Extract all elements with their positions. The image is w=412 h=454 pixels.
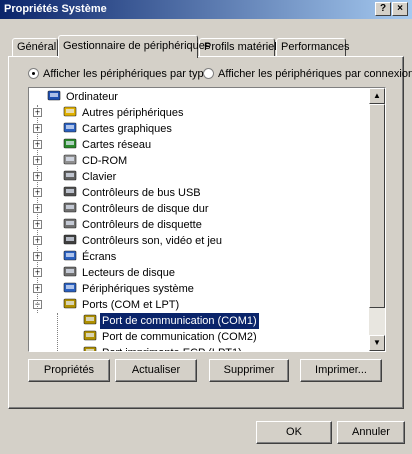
tree-item-label: Lecteurs de disque: [82, 267, 175, 279]
tree-item[interactable]: Ports (COM et LPT): [63, 297, 181, 313]
tab-performance[interactable]: Performances: [276, 38, 349, 57]
tab-general[interactable]: Général: [12, 38, 58, 57]
title-bar: Propriétés Système ? ×: [0, 0, 412, 19]
port-icon: [83, 346, 97, 351]
tree-item[interactable]: Contrôleurs de bus USB: [63, 185, 203, 201]
tree-item[interactable]: Port de communication (COM2): [83, 329, 259, 345]
ok-button[interactable]: OK: [256, 421, 332, 444]
vertical-scrollbar[interactable]: ▲ ▼: [369, 88, 385, 351]
delete-button[interactable]: Supprimer: [209, 359, 289, 382]
tree-item[interactable]: Écrans: [63, 249, 118, 265]
tree-item[interactable]: Autres périphériques: [63, 105, 186, 121]
tree-item-label: Périphériques système: [82, 283, 194, 295]
radio-label-by-connection: Afficher les périphériques par connexion: [218, 68, 412, 80]
tree-item[interactable]: Ordinateur: [47, 89, 120, 105]
keyboard-icon: [63, 170, 77, 182]
tab-hardware-profiles[interactable]: Profils matériels: [199, 38, 282, 57]
window-title: Propriétés Système: [4, 3, 107, 15]
tree-item[interactable]: Cartes réseau: [63, 137, 153, 153]
tree-item-label: Écrans: [82, 251, 117, 263]
port-icon: [83, 314, 97, 326]
cancel-button[interactable]: Annuler: [337, 421, 405, 444]
display-adapter-icon: [63, 122, 77, 134]
computer-icon: [47, 90, 61, 102]
help-button[interactable]: ?: [375, 2, 391, 16]
tree-item-label: CD-ROM: [82, 155, 128, 167]
close-button[interactable]: ×: [392, 2, 408, 16]
radio-view-by-connection[interactable]: Afficher les périphériques par connexion: [203, 67, 412, 81]
tree-item-label: Contrôleurs de disque dur: [82, 203, 209, 215]
floppy-icon: [63, 218, 77, 230]
monitor-icon: [63, 250, 77, 262]
tree-item[interactable]: Périphériques système: [63, 281, 196, 297]
tree-item[interactable]: Contrôleurs de disque dur: [63, 201, 211, 217]
refresh-button[interactable]: Actualiser: [115, 359, 197, 382]
system-device-icon: [63, 282, 77, 294]
tree-item-label: Ports (COM et LPT): [82, 299, 180, 311]
radio-view-by-type[interactable]: Afficher les périphériques par type: [28, 67, 210, 81]
scroll-up-button[interactable]: ▲: [369, 88, 385, 104]
print-button[interactable]: Imprimer...: [300, 359, 382, 382]
sound-icon: [63, 234, 77, 246]
scroll-thumb[interactable]: [369, 104, 385, 308]
tree-item[interactable]: Lecteurs de disque: [63, 265, 177, 281]
tree-item[interactable]: Port imprimante ECP (LPT1): [83, 345, 244, 351]
radio-dot-selected[interactable]: [28, 68, 39, 79]
properties-button[interactable]: Propriétés: [28, 359, 110, 382]
network-card-icon: [63, 138, 77, 150]
tree-item[interactable]: Contrôleurs de disquette: [63, 217, 204, 233]
disk-drive-icon: [63, 266, 77, 278]
device-tree[interactable]: Ordinateur + Autres périphériques + Cartes g…: [28, 87, 386, 352]
port-icon: [63, 298, 77, 310]
tree-item-label: Ordinateur: [66, 91, 118, 103]
port-icon: [83, 330, 97, 342]
tree-connector: [57, 313, 58, 351]
tree-item-label: Contrôleurs son, vidéo et jeu: [82, 235, 223, 247]
cdrom-icon: [63, 154, 77, 166]
tree-item[interactable]: Cartes graphiques: [63, 121, 174, 137]
tree-item[interactable]: Port de communication (COM1): [83, 312, 260, 330]
tree-item-label: Autres périphériques: [82, 107, 184, 119]
device-tree-list: Ordinateur + Autres périphériques + Cartes g…: [29, 88, 369, 351]
tree-item-label: Port imprimante ECP (LPT1): [100, 345, 244, 351]
radio-dot[interactable]: [203, 68, 214, 79]
tree-item-label: Clavier: [82, 171, 117, 183]
tree-item[interactable]: Contrôleurs son, vidéo et jeu: [63, 233, 224, 249]
tree-item-label: Cartes réseau: [82, 139, 152, 151]
scroll-down-button[interactable]: ▼: [369, 335, 385, 351]
usb-icon: [63, 186, 77, 198]
tree-item-label: Cartes graphiques: [82, 123, 172, 135]
radio-label-by-type: Afficher les périphériques par type: [43, 68, 210, 80]
tree-connector: [37, 105, 38, 313]
harddisk-icon: [63, 202, 77, 214]
tab-device-manager[interactable]: Gestionnaire de périphériques: [58, 35, 210, 58]
question-icon: [63, 106, 77, 118]
tree-item-label: Contrôleurs de disquette: [82, 219, 202, 231]
tree-item-label: Contrôleurs de bus USB: [82, 187, 201, 199]
tree-item-label: Port de communication (COM1): [99, 312, 260, 330]
tree-item[interactable]: CD-ROM: [63, 153, 129, 169]
tree-item[interactable]: Clavier: [63, 169, 118, 185]
tree-item-label: Port de communication (COM2): [102, 331, 257, 343]
